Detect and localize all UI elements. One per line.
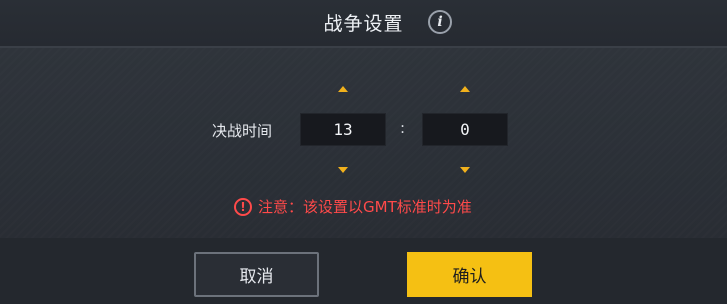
time-separator: : (400, 119, 406, 137)
info-glyph: i (437, 14, 443, 30)
hour-decrement-arrow-icon[interactable] (338, 167, 348, 173)
minute-decrement-arrow-icon[interactable] (460, 167, 470, 173)
exclamation-circle-icon: ! (234, 197, 252, 216)
minute-increment-arrow-icon[interactable] (460, 86, 470, 92)
warning-text: 注意：该设置以GMT标准时为准 (258, 198, 472, 216)
dialog-header: 战争设置 i (0, 0, 727, 48)
hour-input[interactable]: 13 (300, 113, 386, 146)
dialog-footer (0, 238, 727, 304)
cancel-button[interactable]: 取消 (194, 252, 319, 297)
gmt-warning: ! 注意：该设置以GMT标准时为准 (234, 196, 472, 217)
dialog-title: 战争设置 (323, 13, 404, 35)
minute-input[interactable]: 0 (422, 113, 508, 146)
hour-increment-arrow-icon[interactable] (338, 86, 348, 92)
info-icon[interactable]: i (428, 10, 452, 34)
confirm-button[interactable]: 确认 (407, 252, 532, 297)
battle-time-label: 决战时间 (212, 122, 273, 140)
